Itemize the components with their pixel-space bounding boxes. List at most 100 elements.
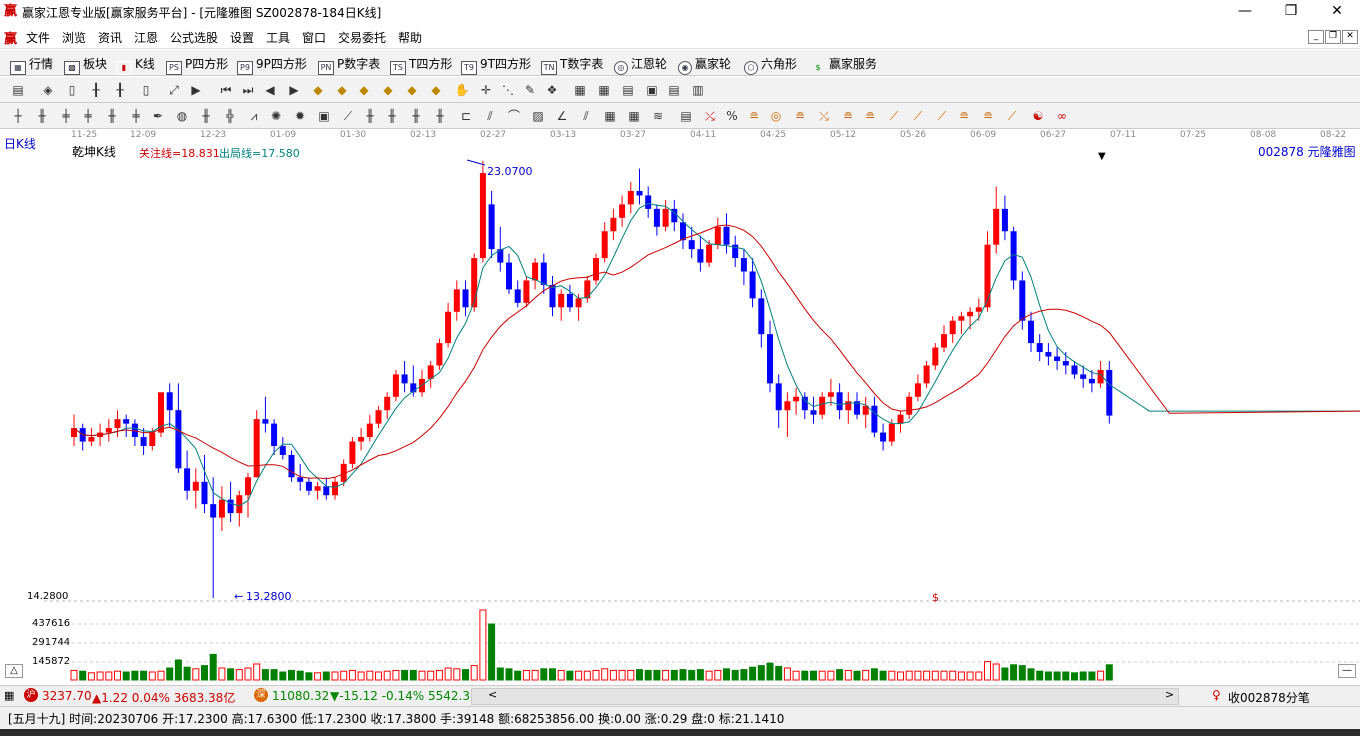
tool-bars4-icon[interactable]: ╪ bbox=[128, 108, 144, 124]
tool-lines-icon[interactable]: ≋ bbox=[650, 108, 666, 124]
diamond-4-icon[interactable]: ◆ bbox=[380, 82, 396, 98]
line-tool-icon[interactable]: ⋱ bbox=[500, 82, 516, 98]
tool-table2-icon[interactable]: ▦ bbox=[626, 108, 642, 124]
tool-vline-icon[interactable]: ┼ bbox=[10, 108, 26, 124]
tool-bars3-icon[interactable]: ╫ bbox=[104, 108, 120, 124]
tool-fan-icon[interactable]: ⩘ bbox=[246, 108, 262, 124]
tool-parallel-icon[interactable]: ⫽ bbox=[578, 108, 594, 124]
tool-circle-icon[interactable]: ◍ bbox=[174, 108, 190, 124]
toolbar-t-square-button[interactable]: TS T四方形 bbox=[390, 55, 452, 75]
diamond-5-icon[interactable]: ◆ bbox=[404, 82, 420, 98]
infinity-icon[interactable]: ∞ bbox=[1054, 108, 1070, 124]
first-icon[interactable]: ⏮ bbox=[218, 82, 234, 98]
tool-rect-icon[interactable]: ⊏ bbox=[458, 108, 474, 124]
menu-help[interactable]: 帮助 bbox=[398, 29, 422, 46]
scroll-right-icon[interactable]: > bbox=[1165, 688, 1174, 701]
diamond-6-icon[interactable]: ◆ bbox=[428, 82, 444, 98]
yin-yang-icon[interactable]: ☯ bbox=[1030, 108, 1046, 124]
tool-angle-icon[interactable]: ∠ bbox=[554, 108, 570, 124]
tool-channel-icon[interactable]: ⫽ bbox=[482, 108, 498, 124]
close-icon[interactable]: ✕ bbox=[1314, 0, 1360, 24]
draw-icon[interactable]: ▶ bbox=[188, 82, 204, 98]
toolbar-hexagon-button[interactable]: ⬡ 六角形 bbox=[744, 55, 797, 75]
tool-grid-icon[interactable]: ╫ bbox=[198, 108, 214, 124]
next-icon[interactable]: ▶ bbox=[286, 82, 302, 98]
toolbar-kline-button[interactable]: ▮ K线 bbox=[116, 55, 155, 75]
tool-ray-icon[interactable]: ⟋ bbox=[340, 108, 356, 124]
period-label[interactable]: 日K线 bbox=[4, 135, 36, 152]
menu-settings[interactable]: 设置 bbox=[230, 29, 254, 46]
tool-gann9-icon[interactable]: ⟋ bbox=[934, 108, 950, 124]
tool-arc-icon[interactable]: ⌒ bbox=[506, 108, 522, 124]
tool-bars-icon[interactable]: ╪ bbox=[58, 108, 74, 124]
horizontal-scrollbar[interactable] bbox=[471, 688, 1179, 705]
toolbar-sector-button[interactable]: ▩ 板块 bbox=[64, 55, 107, 75]
tool-gann6-icon[interactable]: ≘ bbox=[862, 108, 878, 124]
diamond-2-icon[interactable]: ◆ bbox=[334, 82, 350, 98]
mdi-close-icon[interactable]: ✕ bbox=[1342, 30, 1358, 44]
shanghai-index-value[interactable]: 3237.70 bbox=[42, 689, 92, 703]
tool-bars2-icon[interactable]: ╪ bbox=[80, 108, 96, 124]
tool-gann10-icon[interactable]: ≘ bbox=[956, 108, 972, 124]
layout-dropdown-icon[interactable]: ▤ bbox=[10, 82, 26, 98]
tool-gann7-icon[interactable]: ⟋ bbox=[886, 108, 902, 124]
toolbar-gann-wheel-button[interactable]: ◎ 江恩轮 bbox=[614, 55, 667, 75]
indicator-dropdown-icon[interactable]: ▯ bbox=[138, 82, 154, 98]
browser-icon[interactable]: ◈ bbox=[40, 82, 56, 98]
menu-window[interactable]: 窗口 bbox=[302, 29, 326, 46]
tool-pen-icon[interactable]: ✒ bbox=[150, 108, 166, 124]
collapse-up-icon[interactable]: △ bbox=[5, 664, 23, 678]
shenzhen-index-value[interactable]: 11080.32 bbox=[272, 689, 329, 703]
menu-gann[interactable]: 江恩 bbox=[134, 29, 158, 46]
export-icon[interactable]: ▥ bbox=[690, 82, 706, 98]
tool-star-icon[interactable]: ✹ bbox=[292, 108, 308, 124]
tool-box-icon[interactable]: ╬ bbox=[222, 108, 238, 124]
tool-fib4-icon[interactable]: ╫ bbox=[432, 108, 448, 124]
calendar-icon[interactable]: ▦ bbox=[572, 82, 588, 98]
toolbar-9p-square-button[interactable]: P9 9P四方形 bbox=[237, 55, 307, 75]
fan-tool-icon[interactable]: ❖ bbox=[544, 82, 560, 98]
hand-icon[interactable]: ✋ bbox=[454, 82, 470, 98]
kline-chart[interactable] bbox=[0, 141, 1360, 683]
tool-gann8-icon[interactable]: ⟋ bbox=[910, 108, 926, 124]
tool-ratio-icon[interactable]: ⤯ bbox=[702, 108, 718, 124]
minimize-icon[interactable]: — bbox=[1222, 0, 1268, 24]
kline-switch-icon[interactable]: ╂ bbox=[112, 82, 128, 98]
menu-file[interactable]: 文件 bbox=[26, 29, 50, 46]
diamond-3-icon[interactable]: ◆ bbox=[356, 82, 372, 98]
tool-hline-icon[interactable]: ╫ bbox=[34, 108, 50, 124]
tool-table-icon[interactable]: ▦ bbox=[602, 108, 618, 124]
tool-gann11-icon[interactable]: ≘ bbox=[980, 108, 996, 124]
tool-gann2-icon[interactable]: ◎ bbox=[768, 108, 784, 124]
toolbar-t-table-button[interactable]: TN T数字表 bbox=[541, 55, 603, 75]
calculator-icon[interactable]: ▦ bbox=[596, 82, 612, 98]
toolbar-winner-wheel-button[interactable]: ◉ 赢家轮 bbox=[678, 55, 731, 75]
restore-icon[interactable]: ❐ bbox=[1268, 0, 1314, 24]
menu-tools[interactable]: 工具 bbox=[266, 29, 290, 46]
document-icon[interactable]: ▯ bbox=[64, 82, 80, 98]
candle-chart-icon[interactable]: ╂ bbox=[88, 82, 104, 98]
toolbar-9t-square-button[interactable]: T9 9T四方形 bbox=[461, 55, 531, 75]
last-icon[interactable]: ⏭ bbox=[240, 82, 256, 98]
tool-gann1-icon[interactable]: ≘ bbox=[746, 108, 762, 124]
tool-fib2-icon[interactable]: ╫ bbox=[384, 108, 400, 124]
collapse-right-icon[interactable]: — bbox=[1338, 664, 1356, 678]
statusbar-grid-icon[interactable]: ▦ bbox=[4, 689, 14, 702]
tool-gann4-icon[interactable]: ⤯ bbox=[816, 108, 832, 124]
tool-gann12-icon[interactable]: ⟋ bbox=[1004, 108, 1020, 124]
tool-fib3-icon[interactable]: ╫ bbox=[408, 108, 424, 124]
toolbar-service-button[interactable]: $ 赢家服务 bbox=[810, 55, 877, 75]
crosshair-icon[interactable]: ✛ bbox=[478, 82, 494, 98]
tool-gann5-icon[interactable]: ≘ bbox=[840, 108, 856, 124]
mdi-minimize-icon[interactable]: _ bbox=[1308, 30, 1324, 44]
print-icon[interactable]: ▤ bbox=[666, 82, 682, 98]
note-icon[interactable]: ▤ bbox=[620, 82, 636, 98]
menu-info[interactable]: 资讯 bbox=[98, 29, 122, 46]
diamond-1-icon[interactable]: ◆ bbox=[310, 82, 326, 98]
menu-formula[interactable]: 公式选股 bbox=[170, 29, 218, 46]
menu-trade[interactable]: 交易委托 bbox=[338, 29, 386, 46]
tool-stats-icon[interactable]: ▤ bbox=[678, 108, 694, 124]
tool-wheel-icon[interactable]: ✺ bbox=[268, 108, 284, 124]
tool-square-icon[interactable]: ▣ bbox=[316, 108, 332, 124]
tick-data-label[interactable]: 收002878分笔 bbox=[1228, 689, 1310, 706]
